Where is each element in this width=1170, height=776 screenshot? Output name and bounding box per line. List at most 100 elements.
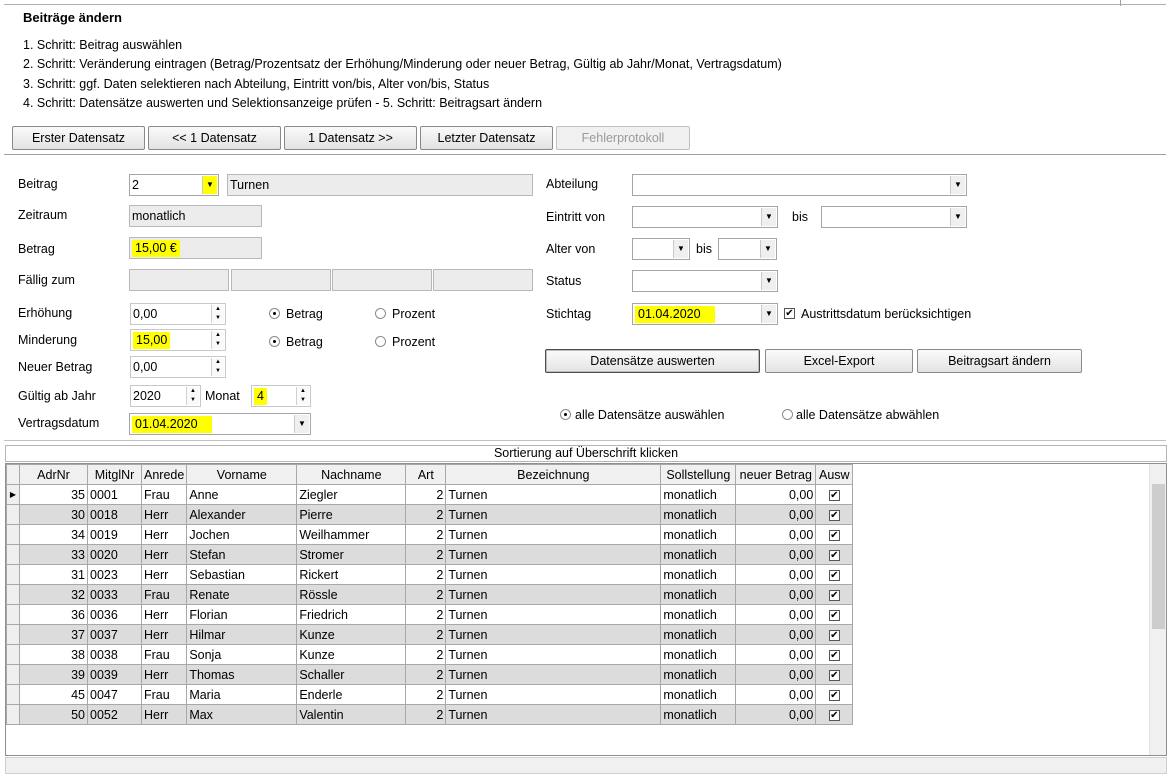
alter-von-select[interactable]: ▼ [632,238,690,260]
row-indicator[interactable] [6,664,20,685]
row-indicator[interactable] [6,544,20,565]
spinner-icon[interactable]: ▲ ▼ [186,387,199,405]
minderung-input[interactable]: 15,00 ▲ ▼ [130,329,226,351]
chevron-down-icon[interactable]: ▼ [202,176,217,194]
column-header-sollstellung[interactable]: Sollstellung [660,464,737,485]
cell-ausw[interactable]: ✔ [815,564,854,585]
select-checkbox[interactable]: ✔ [828,609,840,621]
chevron-down-icon[interactable]: ▼ [761,305,776,323]
row-indicator[interactable] [6,584,20,605]
vertical-scrollbar[interactable] [1149,464,1166,755]
spinner-icon[interactable]: ▲ ▼ [211,358,224,376]
erhoehung-input[interactable]: 0,00 ▲ ▼ [130,303,226,325]
select-checkbox[interactable]: ✔ [828,489,840,501]
cell-ausw[interactable]: ✔ [815,484,854,505]
column-header-bezeichnung[interactable]: Bezeichnung [445,464,662,485]
table-row[interactable]: 33 0020 Herr Stefan Stromer 2 Turnen monatlich 0… [6,544,854,565]
chevron-down-icon[interactable]: ▼ [950,208,965,226]
table-row[interactable]: 36 0036 Herr Florian Friedrich 2 Turnen monatli… [6,604,854,625]
table-row[interactable]: 38 0038 Frau Sonja Kunze 2 Turnen monatlich 0,00… [6,644,854,665]
stichtag-picker[interactable]: 01.04.2020 ▼ [632,303,778,325]
eintritt-von-select[interactable]: ▼ [632,206,778,228]
cell-ausw[interactable]: ✔ [815,604,854,625]
cell-ausw[interactable]: ✔ [815,664,854,685]
select-checkbox[interactable]: ✔ [828,649,840,661]
column-header-mitglnr[interactable]: MitglNr [87,464,142,485]
abteilung-select[interactable]: ▼ [632,174,967,196]
excel-export-button[interactable]: Excel-Export [765,349,913,373]
auswerten-button[interactable]: Datensätze auswerten [545,349,760,373]
gueltig-jahr-input[interactable]: 2020 ▲ ▼ [130,385,201,407]
error-log-button[interactable]: Fehlerprotokoll [556,126,690,150]
cell-ausw[interactable]: ✔ [815,524,854,545]
cell-ausw[interactable]: ✔ [815,684,854,705]
select-checkbox[interactable]: ✔ [828,709,840,721]
select-all-radio[interactable] [560,409,571,420]
table-row[interactable]: 32 0033 Frau Renate Rössle 2 Turnen monatlich 0,… [6,584,854,605]
row-indicator[interactable] [6,684,20,705]
beitragsart-aendern-button[interactable]: Beitragsart ändern [917,349,1082,373]
table-row[interactable]: 30 0018 Herr Alexander Pierre 2 Turnen monatlic… [6,504,854,525]
column-header-neuer-betrag[interactable]: neuer Betrag [735,464,817,485]
austritt-checkbox[interactable]: ✔ [784,308,795,319]
spinner-icon[interactable]: ▲ ▼ [211,331,224,349]
row-indicator[interactable] [6,564,20,585]
erhoehung-radio-prozent[interactable] [375,308,386,319]
prev-record-button[interactable]: << 1 Datensatz [148,126,281,150]
minderung-radio-prozent[interactable] [375,336,386,347]
monat-input[interactable]: 4 ▲ ▼ [251,385,311,407]
chevron-down-icon[interactable]: ▼ [761,272,776,290]
column-header-vorname[interactable]: Vorname [186,464,298,485]
column-header-art[interactable]: Art [405,464,447,485]
row-indicator[interactable] [6,604,20,625]
current-row-indicator-icon[interactable]: ▶ [6,484,20,505]
column-header-anrede[interactable]: Anrede [140,464,188,485]
table-row[interactable]: 45 0047 Frau Maria Enderle 2 Turnen monatlich 0,… [6,684,854,705]
column-header-nachname[interactable]: Nachname [296,464,407,485]
cell-ausw[interactable]: ✔ [815,624,854,645]
row-indicator[interactable] [6,524,20,545]
table-row[interactable]: 37 0037 Herr Hilmar Kunze 2 Turnen monatlich 0,0… [6,624,854,645]
select-checkbox[interactable]: ✔ [828,569,840,581]
row-indicator[interactable] [6,644,20,665]
cell-ausw[interactable]: ✔ [815,504,854,525]
beitrag-select[interactable]: 2 ▼ [129,174,219,196]
select-checkbox[interactable]: ✔ [828,689,840,701]
row-indicator[interactable] [6,624,20,645]
next-record-button[interactable]: 1 Datensatz >> [284,126,417,150]
select-checkbox[interactable]: ✔ [828,629,840,641]
table-row[interactable]: 31 0023 Herr Sebastian Rickert 2 Turnen monatli… [6,564,854,585]
records-grid[interactable]: AdrNr MitglNr Anrede Vorname Nachname Art Beze… [5,463,1167,756]
first-record-button[interactable]: Erster Datensatz [12,126,145,150]
deselect-all-radio[interactable] [782,409,793,420]
select-checkbox[interactable]: ✔ [828,529,840,541]
last-record-button[interactable]: Letzter Datensatz [420,126,553,150]
table-row[interactable]: 34 0019 Herr Jochen Weilhammer 2 Turnen monatli… [6,524,854,545]
row-indicator[interactable] [6,504,20,525]
spinner-icon[interactable]: ▲ ▼ [296,387,309,405]
select-checkbox[interactable]: ✔ [828,509,840,521]
select-checkbox[interactable]: ✔ [828,669,840,681]
chevron-down-icon[interactable]: ▼ [294,415,309,433]
spinner-icon[interactable]: ▲ ▼ [211,305,224,323]
erhoehung-radio-betrag[interactable] [269,308,280,319]
vertragsdatum-picker[interactable]: 01.04.2020 ▼ [129,413,311,435]
select-checkbox[interactable]: ✔ [828,589,840,601]
chevron-down-icon[interactable]: ▼ [760,240,775,258]
chevron-down-icon[interactable]: ▼ [761,208,776,226]
row-indicator[interactable] [6,704,20,725]
scrollbar-thumb[interactable] [1152,484,1165,629]
chevron-down-icon[interactable]: ▼ [950,176,965,194]
select-checkbox[interactable]: ✔ [828,549,840,561]
alter-bis-select[interactable]: ▼ [718,238,777,260]
table-row[interactable]: 50 0052 Herr Max Valentin 2 Turnen monatlich 0,0… [6,704,854,725]
column-header-ausw[interactable]: Ausw [815,464,854,485]
cell-ausw[interactable]: ✔ [815,704,854,725]
status-select[interactable]: ▼ [632,270,778,292]
cell-ausw[interactable]: ✔ [815,584,854,605]
cell-ausw[interactable]: ✔ [815,644,854,665]
column-header-adrnr[interactable]: AdrNr [19,464,88,485]
minderung-radio-betrag[interactable] [269,336,280,347]
table-row[interactable]: ▶ 35 0001 Frau Anne Ziegler 2 Turnen monatlich 0,… [6,484,854,505]
chevron-down-icon[interactable]: ▼ [673,240,688,258]
